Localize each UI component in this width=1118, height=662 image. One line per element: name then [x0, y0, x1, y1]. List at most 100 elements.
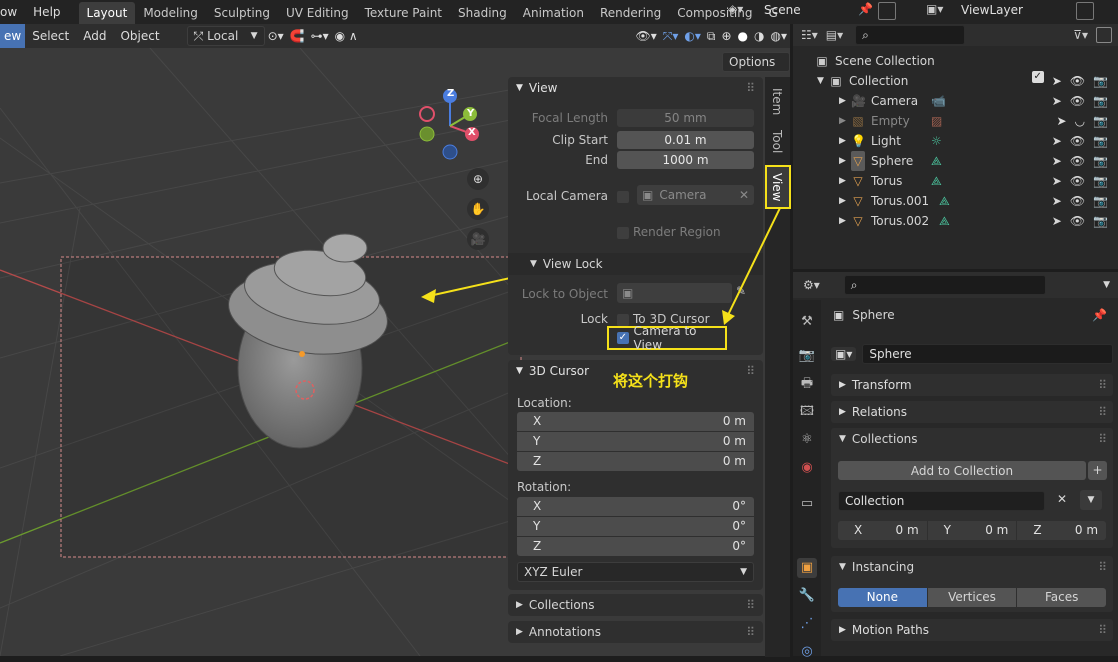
physics-tab-icon[interactable]: ◎ — [797, 642, 817, 662]
pan-hand-icon[interactable]: ✋ — [467, 198, 489, 220]
eye-closed-icon[interactable]: ◡ — [1075, 111, 1085, 131]
world-tab-icon[interactable]: ◉ — [797, 458, 817, 478]
rotation-mode-dropdown[interactable]: XYZ Euler ▼ — [517, 562, 754, 582]
eye-icon[interactable]: 👁 — [1070, 151, 1085, 171]
exclude-checkbox[interactable]: ✓ — [1031, 71, 1044, 83]
outliner-row-torus-001[interactable]: ▶ ▽ Torus.001 ⟁ ➤ 👁 📷 — [793, 191, 1118, 211]
navigation-gizmo[interactable] — [410, 86, 500, 182]
pin-icon[interactable]: 📌 — [858, 2, 873, 16]
collection-tab-icon[interactable]: ▭ — [797, 494, 817, 514]
drag-handle-icon[interactable]: ⠿ — [746, 625, 755, 639]
location-z-field[interactable]: Z 0 m — [517, 452, 754, 471]
clip-start-field[interactable]: 0.01 m — [617, 131, 754, 149]
new-viewlayer-icon[interactable] — [1076, 2, 1094, 20]
collection-name-input[interactable]: Collection — [838, 491, 1045, 511]
pin-icon[interactable]: 📌 — [1092, 308, 1107, 322]
render-camera-icon[interactable]: 📷 — [1093, 151, 1108, 171]
outliner-row-empty[interactable]: ▶ ▧ Empty ▨ ➤ ◡ 📷 — [793, 111, 1118, 131]
tab-compositing[interactable]: Compositing — [669, 2, 760, 24]
focal-length-field[interactable]: 50 mm — [617, 109, 754, 127]
add-to-collection-button[interactable]: Add to Collection — [838, 461, 1086, 480]
rotation-y-field[interactable]: Y 0° — [517, 517, 754, 536]
tab-modeling[interactable]: Modeling — [135, 2, 206, 24]
annotations-panel-header[interactable]: ▶ Annotations ⠿ — [508, 621, 763, 643]
render-region-checkbox[interactable] — [617, 227, 629, 239]
outliner-row-light[interactable]: ▶ 💡 Light ☼ ➤ 👁 📷 — [793, 131, 1118, 151]
proportional-edit-icon[interactable]: ◉ ∧ — [332, 24, 361, 48]
outliner-row-torus[interactable]: ▶ ▽ Torus ⟁ ➤ 👁 📷 — [793, 171, 1118, 191]
tool-tab-icon[interactable]: ⚒ — [797, 312, 817, 332]
object-tab-icon[interactable]: ▣ — [797, 558, 817, 578]
collections-section-header[interactable]: ▼ Collections ⠿ — [831, 428, 1113, 450]
filter-icon[interactable]: ⊽▾ — [1073, 28, 1088, 42]
drag-handle-icon[interactable]: ⠿ — [746, 598, 755, 612]
instancing-faces-button[interactable]: Faces — [1017, 588, 1107, 607]
render-camera-icon[interactable]: 📷 — [1093, 111, 1108, 131]
select-arrow-icon[interactable]: ➤ — [1052, 211, 1062, 231]
offset-x-field[interactable]: X 0 m — [838, 521, 927, 540]
instancing-vertices-button[interactable]: Vertices — [927, 588, 1017, 607]
offset-z-field[interactable]: Z 0 m — [1017, 521, 1107, 540]
snap-icon[interactable]: 🧲 — [287, 24, 308, 48]
render-camera-icon[interactable]: 📷 — [1093, 91, 1108, 111]
render-camera-icon[interactable]: 📷 — [1093, 171, 1108, 191]
viewlayer-name[interactable]: ViewLayer — [961, 3, 1023, 17]
to-3d-cursor-checkbox[interactable] — [617, 314, 629, 326]
render-camera-icon[interactable]: 📷 — [1093, 211, 1108, 231]
drag-handle-icon[interactable]: ⠿ — [1098, 432, 1107, 446]
tab-layout[interactable]: Layout — [78, 1, 136, 24]
eye-icon[interactable]: 👁 — [1070, 71, 1085, 91]
orientation-dropdown[interactable]: ⤱ Local ▼ — [186, 26, 265, 46]
shading-rendered-icon[interactable]: ◍▾ — [768, 24, 791, 48]
new-scene-icon[interactable] — [878, 2, 896, 20]
tab-uv-editing[interactable]: UV Editing — [278, 2, 357, 24]
eye-icon[interactable]: 👁 — [1070, 91, 1085, 111]
select-arrow-icon[interactable]: ➤ — [1052, 131, 1062, 151]
new-collection-icon[interactable] — [1096, 27, 1112, 43]
outliner-row-sphere[interactable]: ▶ ▽ Sphere ⟁ ➤ 👁 📷 — [793, 151, 1118, 171]
eye-icon[interactable]: 👁 — [1070, 171, 1085, 191]
drag-handle-icon[interactable]: ⠿ — [1098, 619, 1107, 641]
transform-section-header[interactable]: ▶ Transform ⠿ — [831, 374, 1113, 396]
shading-wireframe-icon[interactable]: ⊕ — [718, 24, 734, 48]
render-camera-icon[interactable]: 📷 — [1093, 191, 1108, 211]
render-tab-icon[interactable]: 📷 — [797, 346, 817, 366]
shading-material-icon[interactable]: ◑ — [751, 24, 767, 48]
drag-handle-icon[interactable]: ⠿ — [1098, 560, 1107, 574]
gizmo-toggle-icon[interactable]: ⤧▾ — [660, 24, 682, 48]
tab-sculpting[interactable]: Sculpting — [206, 2, 278, 24]
pivot-icon[interactable]: ⊙▾ — [265, 24, 287, 48]
menu-add[interactable]: Add — [76, 24, 113, 48]
editor-type-icon[interactable]: ☷▾ — [801, 28, 818, 42]
display-mode-icon[interactable]: ▤▾ — [826, 28, 843, 42]
modifier-tab-icon[interactable]: 🔧 — [797, 586, 817, 606]
add-icon[interactable]: + — [1088, 461, 1107, 480]
snap-target-icon[interactable]: ⊶▾ — [308, 24, 332, 48]
eye-icon[interactable]: 👁 — [1070, 211, 1085, 231]
menu-window[interactable]: ow — [0, 0, 25, 24]
tab-item[interactable]: Item — [766, 81, 788, 123]
object-type-icon[interactable]: ▣▾ — [831, 347, 857, 361]
viewlayer-icon[interactable]: ▣▾ — [926, 2, 943, 16]
drag-handle-icon[interactable]: ⠿ — [746, 360, 755, 382]
chevron-down-icon[interactable]: ▼ — [1103, 280, 1110, 290]
tab-tool[interactable]: Tool — [766, 123, 788, 161]
select-arrow-icon[interactable]: ➤ — [1052, 71, 1062, 91]
menu-help[interactable]: Help — [25, 0, 68, 24]
select-arrow-icon[interactable]: ➤ — [1057, 111, 1067, 131]
mode-selector[interactable]: ew — [0, 24, 26, 48]
chevron-down-icon[interactable]: ▼ — [1080, 490, 1102, 510]
zoom-icon[interactable]: ⊕ — [467, 168, 489, 190]
outliner-row-camera[interactable]: ▶ 🎥 Camera 📹 ➤ 👁 📷 — [793, 91, 1118, 111]
relations-section-header[interactable]: ▶ Relations ⠿ — [831, 401, 1113, 423]
motion-paths-section-header[interactable]: ▶ Motion Paths ⠿ — [831, 619, 1113, 641]
scene-tab-icon[interactable]: ⚛ — [797, 430, 817, 450]
clip-end-field[interactable]: 1000 m — [617, 151, 754, 169]
lock-to-object-field[interactable]: ▣ — [617, 283, 732, 303]
menu-select[interactable]: Select — [25, 24, 76, 48]
view-section-header[interactable]: ▼ View ⠿ — [508, 77, 763, 99]
eye-icon[interactable]: 👁 — [1070, 191, 1085, 211]
editor-type-icon[interactable]: ⚙▾ — [803, 278, 820, 292]
location-x-field[interactable]: X 0 m — [517, 412, 754, 431]
xray-icon[interactable]: ⧉ — [704, 24, 719, 48]
